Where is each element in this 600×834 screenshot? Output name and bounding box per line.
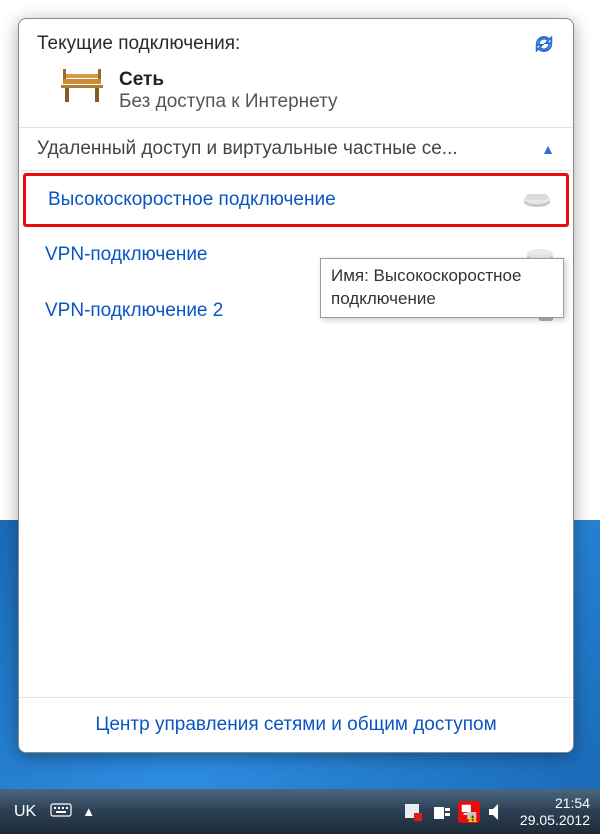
action-center-icon[interactable] [402, 801, 424, 823]
connection-label: Высокоскоростное подключение [48, 189, 336, 211]
tooltip: Имя: Высокоскоростное подключение [320, 258, 564, 318]
system-tray: 21:54 29.05.2012 [402, 795, 590, 829]
flyout-header: Текущие подключения: [19, 19, 573, 65]
power-icon[interactable] [430, 801, 452, 823]
refresh-icon[interactable] [533, 33, 555, 55]
keyboard-icon[interactable] [50, 802, 72, 822]
language-indicator[interactable]: UK [10, 801, 40, 823]
section-header-dialup-vpn[interactable]: Удаленный доступ и виртуальные частные с… [19, 127, 573, 171]
flyout-footer: Центр управления сетями и общим доступом [19, 697, 573, 752]
network-text: Сеть Без доступа к Интернету [119, 69, 338, 113]
date-text: 29.05.2012 [520, 812, 590, 829]
network-name: Сеть [119, 69, 338, 91]
flyout-title: Текущие подключения: [37, 33, 240, 55]
chevron-up-icon: ▲ [541, 141, 555, 157]
connection-label: VPN-подключение 2 [45, 300, 223, 322]
connection-item-broadband[interactable]: Высокоскоростное подключение [23, 173, 569, 227]
volume-icon[interactable] [486, 801, 508, 823]
taskbar-left: UK ▲ [10, 801, 95, 823]
park-bench-icon [59, 69, 105, 110]
current-network-row[interactable]: Сеть Без доступа к Интернету [19, 65, 573, 127]
chevron-up-icon[interactable]: ▲ [82, 804, 95, 819]
tooltip-text: Имя: Высокоскоростное подключение [331, 266, 521, 308]
section-header-label: Удаленный доступ и виртуальные частные с… [37, 138, 458, 160]
network-tray-icon[interactable] [458, 801, 480, 823]
connection-list: Высокоскоростное подключение VPN-подключ… [19, 171, 573, 697]
clock[interactable]: 21:54 29.05.2012 [514, 795, 590, 829]
network-flyout: Текущие подключения: Сеть Без доступа к … [18, 18, 574, 753]
taskbar: UK ▲ 21:54 29.05.2012 [0, 789, 600, 834]
time-text: 21:54 [520, 795, 590, 812]
network-status: Без доступа к Интернету [119, 91, 338, 113]
connection-label: VPN-подключение [45, 244, 208, 266]
network-center-link[interactable]: Центр управления сетями и общим доступом [95, 714, 496, 735]
modem-icon [522, 186, 552, 214]
